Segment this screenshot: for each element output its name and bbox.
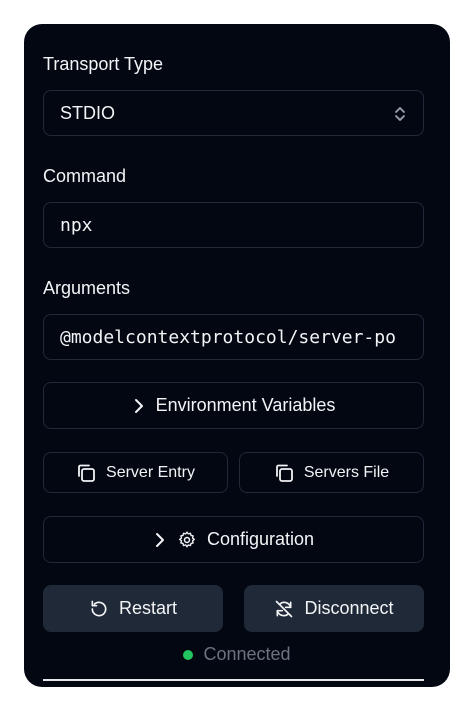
configuration-button[interactable]: Configuration bbox=[43, 516, 424, 563]
arguments-label: Arguments bbox=[43, 278, 131, 298]
server-entry-label: Server Entry bbox=[106, 463, 195, 481]
chevron-right-icon bbox=[132, 398, 146, 414]
servers-file-button[interactable]: Servers File bbox=[239, 452, 424, 493]
refresh-off-icon bbox=[274, 599, 294, 619]
copy-icon bbox=[76, 463, 96, 483]
restart-button[interactable]: Restart bbox=[43, 585, 223, 632]
divider bbox=[43, 679, 424, 681]
status-dot-icon bbox=[183, 649, 194, 660]
transport-type-value: STDIO bbox=[60, 102, 116, 123]
sidebar-panel: Transport Type STDIO Command npx Argumen… bbox=[24, 24, 450, 687]
command-label: Command bbox=[43, 166, 127, 186]
chevron-right-icon bbox=[153, 532, 167, 548]
servers-file-label: Servers File bbox=[303, 463, 390, 481]
transport-type-select[interactable]: STDIO bbox=[43, 90, 424, 136]
copy-icon bbox=[274, 463, 294, 483]
environment-variables-button[interactable]: Environment Variables bbox=[43, 382, 424, 429]
arguments-value: @modelcontextprotocol/server-po bbox=[60, 326, 396, 348]
rotate-ccw-icon bbox=[89, 599, 109, 619]
command-value: npx bbox=[60, 214, 93, 236]
disconnect-label: Disconnect bbox=[304, 598, 394, 618]
arguments-input[interactable]: @modelcontextprotocol/server-po bbox=[43, 314, 424, 360]
disconnect-button[interactable]: Disconnect bbox=[244, 585, 424, 632]
server-entry-button[interactable]: Server Entry bbox=[43, 452, 228, 493]
gear-icon bbox=[177, 530, 197, 550]
restart-label: Restart bbox=[118, 598, 178, 618]
chevron-up-down-icon bbox=[393, 104, 407, 124]
connection-status: Connected bbox=[24, 644, 450, 665]
command-input[interactable]: npx bbox=[43, 202, 424, 248]
transport-type-label: Transport Type bbox=[43, 54, 164, 74]
environment-variables-label: Environment Variables bbox=[155, 395, 336, 415]
configuration-label: Configuration bbox=[206, 529, 315, 549]
status-text: Connected bbox=[203, 644, 291, 664]
